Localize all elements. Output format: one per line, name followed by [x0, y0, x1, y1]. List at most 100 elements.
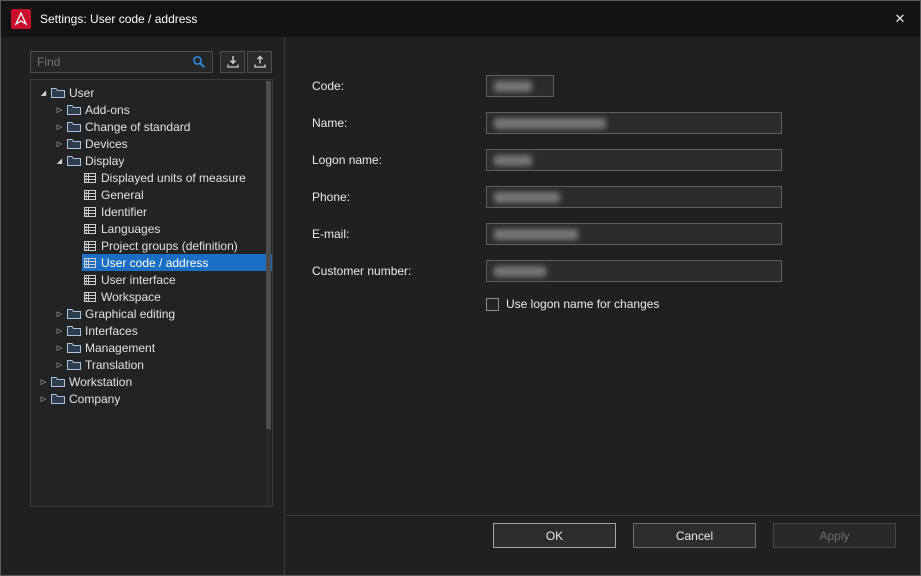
chevron-expanded-icon[interactable]: ◢ — [53, 152, 66, 169]
folder-icon — [51, 376, 65, 388]
expander-spacer — [69, 203, 82, 220]
settings-tree: ◢User▷Add-ons▷Change of standard▷Devices… — [31, 80, 272, 407]
tree-item-content[interactable]: Company — [50, 390, 272, 407]
phone-input[interactable] — [486, 186, 782, 208]
tree-item-devices[interactable]: ▷Devices — [31, 135, 272, 152]
tree-item-content[interactable]: Identifier — [82, 203, 272, 220]
use-logon-name-checkbox[interactable] — [486, 298, 499, 311]
tree-item-content[interactable]: Display — [66, 152, 272, 169]
tree-item-content[interactable]: Add-ons — [66, 101, 272, 118]
chevron-expanded-icon[interactable]: ◢ — [37, 84, 50, 101]
code-input[interactable] — [486, 75, 554, 97]
tree-item-content[interactable]: Management — [66, 339, 272, 356]
chevron-collapsed-icon[interactable]: ▷ — [53, 322, 66, 339]
arrow-down-tray-icon — [226, 55, 240, 69]
tree-item-label: User code / address — [101, 256, 208, 270]
tree-item-content[interactable]: Graphical editing — [66, 305, 272, 322]
folder-icon — [51, 87, 65, 99]
window-title: Settings: User code / address — [40, 12, 197, 26]
checkbox-label: Use logon name for changes — [506, 297, 659, 311]
folder-icon — [67, 155, 81, 167]
tree-item-content[interactable]: Translation — [66, 356, 272, 373]
tree-item-content[interactable]: Displayed units of measure — [82, 169, 272, 186]
settings-window: Settings: User code / address ✕ — [0, 0, 921, 576]
tree-item-displayed-units-of-measure[interactable]: Displayed units of measure — [31, 169, 272, 186]
import-settings-button[interactable] — [220, 51, 245, 73]
tree-item-label: Workstation — [69, 375, 132, 389]
form-row-logon-name: Logon name: — [312, 149, 896, 171]
tree-item-graphical-editing[interactable]: ▷ Graphical editing — [31, 305, 272, 322]
expander-spacer — [69, 220, 82, 237]
e-mail-input[interactable] — [486, 223, 782, 245]
tree-item-content[interactable]: Workspace — [82, 288, 272, 305]
customer-number-input[interactable] — [486, 260, 782, 282]
logon-name-input[interactable] — [486, 149, 782, 171]
tree-item-general[interactable]: General — [31, 186, 272, 203]
tree-indent — [31, 339, 53, 356]
tree-item-content[interactable]: General — [82, 186, 272, 203]
tree-item-identifier[interactable]: Identifier — [31, 203, 272, 220]
tree-item-content[interactable]: Project groups (definition) — [82, 237, 272, 254]
tree-item-content[interactable]: Workstation — [50, 373, 272, 390]
use-logon-name-checkbox-row[interactable]: Use logon name for changes — [486, 297, 896, 311]
search-icon[interactable] — [186, 52, 212, 72]
chevron-collapsed-icon[interactable]: ▷ — [53, 118, 66, 135]
chevron-collapsed-icon[interactable]: ▷ — [53, 101, 66, 118]
redacted-value — [494, 266, 546, 277]
tree-item-label: Identifier — [101, 205, 147, 219]
tree-item-content[interactable]: Devices — [66, 135, 272, 152]
name-input[interactable] — [486, 112, 782, 134]
titlebar: Settings: User code / address ✕ — [1, 1, 920, 37]
tree-indent — [31, 356, 53, 373]
tree-item-content[interactable]: Languages — [82, 220, 272, 237]
tree-item-workspace[interactable]: Workspace — [31, 288, 272, 305]
tree-item-company[interactable]: ▷Company — [31, 390, 272, 407]
tree-item-label: Graphical editing — [85, 307, 175, 321]
field-label: Name: — [312, 116, 486, 130]
cancel-button[interactable]: Cancel — [633, 523, 756, 548]
tree-item-label: Interfaces — [85, 324, 138, 338]
chevron-collapsed-icon[interactable]: ▷ — [53, 339, 66, 356]
tree-item-user-interface[interactable]: User interface — [31, 271, 272, 288]
navigation-panel: ◢User▷Add-ons▷Change of standard▷Devices… — [1, 37, 285, 575]
tree-item-user[interactable]: ◢User — [31, 84, 272, 101]
tree-item-workstation[interactable]: ▷ Workstation — [31, 373, 272, 390]
chevron-collapsed-icon[interactable]: ▷ — [37, 390, 50, 407]
tree-item-user-code-address[interactable]: User code / address — [31, 254, 272, 271]
export-settings-button[interactable] — [247, 51, 272, 73]
expander-spacer — [69, 169, 82, 186]
search-input[interactable] — [31, 55, 186, 69]
tree-item-content[interactable]: Change of standard — [66, 118, 272, 135]
tree-item-content[interactable]: User interface — [82, 271, 272, 288]
chevron-collapsed-icon[interactable]: ▷ — [53, 356, 66, 373]
redacted-value — [494, 155, 532, 166]
tree-item-content[interactable]: User — [50, 84, 272, 101]
chevron-collapsed-icon[interactable]: ▷ — [53, 135, 66, 152]
tree-item-display[interactable]: ◢Display — [31, 152, 272, 169]
tree-item-label: Displayed units of measure — [101, 171, 246, 185]
form-row-phone: Phone: — [312, 186, 896, 208]
tree-item-content[interactable]: Interfaces — [66, 322, 272, 339]
tree-item-interfaces[interactable]: ▷ Interfaces — [31, 322, 272, 339]
tree-item-management[interactable]: ▷Management — [31, 339, 272, 356]
tree-item-content[interactable]: User code / address — [82, 254, 272, 271]
tree-scrollbar-thumb[interactable] — [266, 81, 271, 429]
tree-item-translation[interactable]: ▷Translation — [31, 356, 272, 373]
chevron-collapsed-icon[interactable]: ▷ — [37, 373, 50, 390]
close-icon[interactable]: ✕ — [880, 1, 920, 37]
tree-indent — [31, 254, 69, 271]
tree-item-languages[interactable]: Languages — [31, 220, 272, 237]
tree-item-change-of-standard[interactable]: ▷Change of standard — [31, 118, 272, 135]
tree-item-label: Languages — [101, 222, 160, 236]
tree-item-label: General — [101, 188, 144, 202]
folder-icon — [67, 138, 81, 150]
chevron-collapsed-icon[interactable]: ▷ — [53, 305, 66, 322]
tree-item-project-groups-definition[interactable]: Project groups (definition) — [31, 237, 272, 254]
expander-spacer — [69, 271, 82, 288]
expander-spacer — [69, 237, 82, 254]
app-logo-icon — [11, 9, 31, 29]
redacted-value — [494, 118, 606, 129]
tree-scrollbar[interactable] — [266, 81, 271, 505]
tree-item-add-ons[interactable]: ▷Add-ons — [31, 101, 272, 118]
ok-button[interactable]: OK — [493, 523, 616, 548]
